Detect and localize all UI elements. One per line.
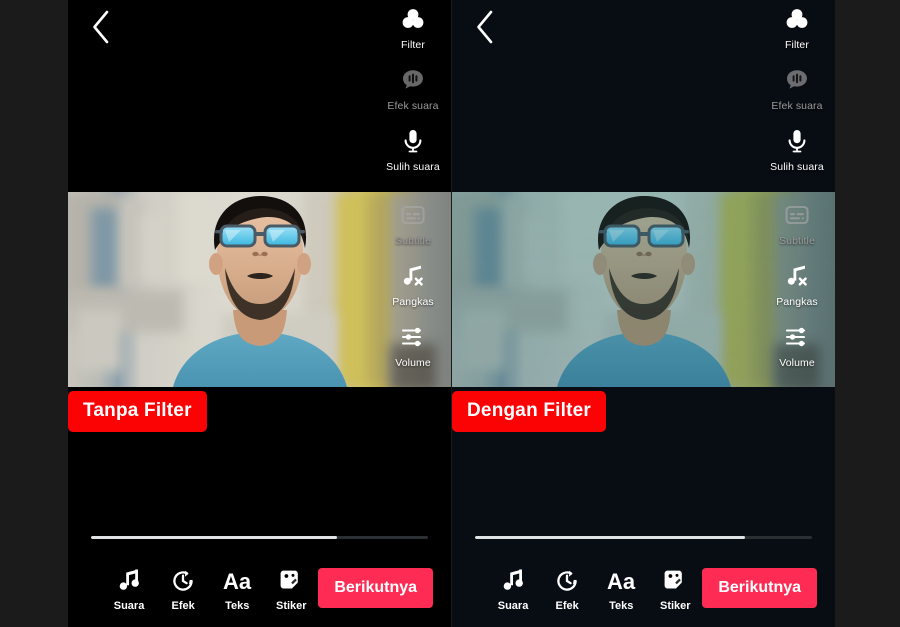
filter-circles-icon — [398, 4, 428, 34]
tool-label: Suara — [497, 600, 529, 612]
rail-item-volume[interactable]: Volume — [375, 322, 451, 369]
photo-tool-rail: Subtitle Pangkas Volume — [375, 200, 451, 383]
video-preview-frame[interactable]: Subtitle Pangkas Volume — [452, 192, 835, 387]
microphone-icon — [782, 126, 812, 156]
sound-effect-bubble-icon — [398, 65, 428, 95]
comparison-caption-badge: Tanpa Filter — [68, 391, 207, 432]
editor-panel-right: Filter Efek suara Sulih suara Subtitle P… — [452, 0, 835, 627]
tool-teks[interactable]: Aa Teks — [210, 564, 264, 612]
editor-top-area: Filter Efek suara Sulih suara — [68, 0, 451, 192]
timeline-progress-bar[interactable] — [91, 536, 428, 539]
rail-item-filter[interactable]: Filter — [375, 4, 451, 51]
photo-tool-rail: Subtitle Pangkas Volume — [759, 200, 835, 383]
rail-item-pangkas[interactable]: Pangkas — [375, 261, 451, 308]
rail-item-label: Sulih suara — [386, 161, 440, 173]
video-preview-frame[interactable]: Subtitle Pangkas Volume — [68, 192, 451, 387]
tool-label: Suara — [113, 600, 145, 612]
clock-effect-icon — [170, 564, 196, 594]
tool-stiker[interactable]: Stiker — [648, 564, 702, 612]
tool-efek[interactable]: Efek — [156, 564, 210, 612]
clock-effect-icon — [554, 564, 580, 594]
rail-item-label: Subtitle — [395, 235, 431, 247]
rail-item-label: Filter — [401, 39, 425, 51]
top-tool-rail: Filter Efek suara Sulih suara — [375, 4, 451, 187]
tool-label: Teks — [225, 600, 250, 612]
back-button[interactable] — [474, 10, 504, 44]
rail-item-volume[interactable]: Volume — [759, 322, 835, 369]
rail-item-label: Volume — [395, 357, 431, 369]
rail-item-subtitle[interactable]: Subtitle — [375, 200, 451, 247]
text-aa-icon: Aa — [220, 564, 254, 594]
editor-panel-left: Filter Efek suara Sulih suara Subtitle P… — [68, 0, 451, 627]
tool-label: Efek — [171, 600, 195, 612]
sliders-icon — [782, 322, 812, 352]
tool-suara[interactable]: Suara — [486, 564, 540, 612]
timeline-progress-bar[interactable] — [475, 536, 812, 539]
rail-item-label: Pangkas — [392, 296, 434, 308]
tool-suara[interactable]: Suara — [102, 564, 156, 612]
rail-item-label: Volume — [779, 357, 815, 369]
music-note-cut-icon — [782, 261, 812, 291]
comparison-screenshot: Filter Efek suara Sulih suara Subtitle P… — [0, 0, 900, 627]
rail-item-sulih suara[interactable]: Sulih suara — [759, 126, 835, 173]
subtitle-icon — [398, 200, 428, 230]
rail-item-label: Pangkas — [776, 296, 818, 308]
next-button[interactable]: Berikutnya — [702, 568, 818, 608]
next-button[interactable]: Berikutnya — [318, 568, 434, 608]
sticker-icon — [278, 564, 304, 594]
filter-circles-icon — [782, 4, 812, 34]
rail-item-label: Efek suara — [387, 100, 439, 112]
music-note-icon — [500, 564, 526, 594]
tool-label: Stiker — [659, 600, 691, 612]
rail-item-efek suara[interactable]: Efek suara — [375, 65, 451, 112]
text-aa-icon: Aa — [604, 564, 638, 594]
rail-item-pangkas[interactable]: Pangkas — [759, 261, 835, 308]
editor-top-area: Filter Efek suara Sulih suara — [452, 0, 835, 192]
tool-label: Teks — [609, 600, 634, 612]
tool-teks[interactable]: Aa Teks — [594, 564, 648, 612]
svg-text:Aa: Aa — [607, 569, 636, 594]
timeline-progress-fill — [91, 536, 337, 539]
tool-label: Stiker — [275, 600, 307, 612]
rail-item-label: Subtitle — [779, 235, 815, 247]
tool-stiker[interactable]: Stiker — [264, 564, 318, 612]
rail-item-filter[interactable]: Filter — [759, 4, 835, 51]
svg-text:Aa: Aa — [223, 569, 252, 594]
sticker-icon — [662, 564, 688, 594]
bottom-toolbar: Suara Efek Aa Teks Stiker Berikutnya — [68, 557, 451, 619]
sliders-icon — [398, 322, 428, 352]
back-button[interactable] — [90, 10, 120, 44]
music-note-cut-icon — [398, 261, 428, 291]
tool-label: Efek — [555, 600, 579, 612]
top-tool-rail: Filter Efek suara Sulih suara — [759, 4, 835, 187]
photo-subject — [155, 192, 365, 387]
bottom-toolbar: Suara Efek Aa Teks Stiker Berikutnya — [452, 557, 835, 619]
sound-effect-bubble-icon — [782, 65, 812, 95]
rail-item-label: Efek suara — [771, 100, 823, 112]
rail-item-efek suara[interactable]: Efek suara — [759, 65, 835, 112]
tool-efek[interactable]: Efek — [540, 564, 594, 612]
subtitle-icon — [782, 200, 812, 230]
rail-item-label: Sulih suara — [770, 161, 824, 173]
microphone-icon — [398, 126, 428, 156]
comparison-caption-badge: Dengan Filter — [452, 391, 607, 432]
rail-item-label: Filter — [785, 39, 809, 51]
rail-item-subtitle[interactable]: Subtitle — [759, 200, 835, 247]
music-note-icon — [116, 564, 142, 594]
timeline-progress-fill — [475, 536, 745, 539]
rail-item-sulih suara[interactable]: Sulih suara — [375, 126, 451, 173]
